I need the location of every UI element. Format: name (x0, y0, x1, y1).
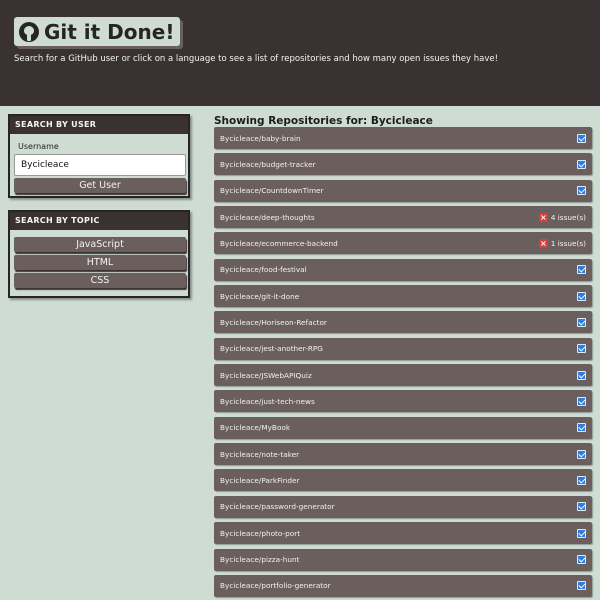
topic-button-javascript[interactable]: JavaScript (14, 237, 186, 252)
checkmark-icon (577, 186, 586, 196)
repo-name: Bycicleace/deep-thoughts (220, 212, 315, 222)
checkmark-icon (577, 475, 586, 485)
username-label: Username (18, 142, 59, 151)
username-input[interactable] (14, 154, 186, 176)
repo-status (577, 555, 586, 564)
issue-count: 1 issue(s) (550, 238, 586, 248)
repo-status (577, 502, 586, 512)
repo-item[interactable]: Bycicleace/git-it-done (214, 285, 592, 308)
checkmark-icon (577, 528, 586, 538)
repo-status (577, 528, 586, 538)
repo-list: Bycicleace/baby-brain Bycicleace/budget-t… (214, 127, 592, 600)
checkmark-icon (577, 317, 586, 327)
topic-button-html[interactable]: HTML (14, 255, 186, 270)
github-icon (19, 21, 39, 42)
checkmark-icon (577, 370, 586, 380)
repo-name: Bycicleace/MyBook (220, 423, 291, 433)
repo-name: Bycicleace/just-tech-news (220, 396, 315, 406)
repo-name: Bycicleace/budget-tracker (220, 159, 316, 169)
repo-status (577, 265, 586, 275)
repo-item[interactable]: Bycicleace/photo-port (214, 522, 592, 545)
topic-buttons: JavaScript HTML CSS (14, 237, 186, 288)
repo-item[interactable]: Bycicleace/JSWebAPIQuiz (214, 364, 592, 387)
repo-name: Bycicleace/pizza-hunt (220, 555, 300, 564)
repo-name: Bycicleace/Horiseon-Refactor (220, 317, 327, 327)
get-user-button[interactable]: Get User (14, 178, 186, 193)
logo: Git it Done! (14, 17, 181, 46)
repo-item[interactable]: Bycicleace/CountdownTimer (214, 179, 592, 202)
repo-item[interactable]: Bycicleace/budget-tracker (214, 153, 592, 176)
checkmark-icon (577, 396, 586, 406)
repo-name: Bycicleace/ecommerce-backend (220, 238, 338, 248)
repo-status (577, 186, 586, 196)
repo-item[interactable]: Bycicleace/deep-thoughts × 4 issue(s) (214, 206, 592, 229)
repo-item[interactable]: Bycicleace/ecommerce-backend × 1 issue(s) (214, 232, 592, 255)
checkmark-icon (577, 449, 586, 459)
repo-item[interactable]: Bycicleace/baby-brain (214, 127, 592, 149)
repo-item[interactable]: Bycicleace/password-generator (214, 495, 592, 518)
repo-name: Bycicleace/jest-another-RPG (220, 344, 323, 354)
search-by-user-heading: SEARCH BY USER (10, 116, 188, 134)
repo-status (577, 159, 586, 169)
repo-name: Bycicleace/photo-port (220, 528, 301, 538)
repo-item[interactable]: Bycicleace/Horiseon-Refactor (214, 311, 592, 334)
repo-item[interactable]: Bycicleace/jest-another-RPG (214, 337, 592, 360)
repo-item[interactable]: Bycicleace/ParkFinder (214, 469, 592, 492)
repo-item[interactable]: Bycicleace/just-tech-news (214, 390, 592, 413)
issues-x-icon: × (538, 212, 548, 222)
issues-x-icon: × (538, 238, 548, 248)
app-subtitle: Search for a GitHub user or click on a l… (14, 54, 499, 64)
repo-status: × 4 issue(s) (538, 212, 586, 222)
repo-name: Bycicleace/ParkFinder (220, 475, 300, 485)
repo-status (577, 370, 586, 380)
repo-status (577, 581, 586, 591)
app-title: Git it Done! (44, 19, 175, 44)
repo-name: Bycicleace/food-festival (220, 265, 307, 275)
checkmark-icon (577, 344, 586, 354)
repo-status (577, 291, 586, 301)
checkmark-icon (577, 423, 586, 433)
repo-name: Bycicleace/password-generator (220, 502, 335, 512)
repo-status (577, 396, 586, 406)
repo-item[interactable]: Bycicleace/MyBook (214, 416, 592, 439)
checkmark-icon (577, 581, 586, 591)
repo-status (577, 133, 586, 143)
repo-status (577, 423, 586, 433)
issue-count: 4 issue(s) (550, 212, 586, 222)
repo-name: Bycicleace/baby-brain (220, 133, 301, 143)
repo-name: Bycicleace/git-it-done (220, 291, 300, 301)
repo-name: Bycicleace/JSWebAPIQuiz (220, 370, 312, 380)
repo-name: Bycicleace/note-taker (220, 449, 300, 459)
search-by-topic-card: SEARCH BY TOPIC JavaScript HTML CSS (8, 210, 190, 298)
repo-status (577, 449, 586, 459)
checkmark-icon (577, 159, 586, 169)
repo-status (577, 317, 586, 327)
repo-item[interactable]: Bycicleace/portfolio-generator (214, 574, 592, 597)
repo-name: Bycicleace/portfolio-generator (220, 581, 331, 591)
repo-status (577, 344, 586, 354)
checkmark-icon (577, 291, 586, 301)
checkmark-icon (577, 133, 586, 143)
topic-button-css[interactable]: CSS (14, 273, 186, 288)
page-header: Git it Done! Search for a GitHub user or… (0, 0, 600, 106)
checkmark-icon (577, 502, 586, 512)
repo-status: × 1 issue(s) (538, 238, 586, 248)
repo-status (577, 475, 586, 485)
search-by-topic-heading: SEARCH BY TOPIC (10, 212, 188, 230)
search-by-user-card: SEARCH BY USER Username Get User (8, 114, 190, 198)
repo-item[interactable]: Bycicleace/food-festival (214, 258, 592, 281)
repo-item[interactable]: Bycicleace/note-taker (214, 443, 592, 466)
repo-name: Bycicleace/CountdownTimer (220, 186, 324, 196)
results-title: Showing Repositories for: Bycicleace (214, 115, 433, 127)
checkmark-icon (577, 265, 586, 275)
repo-item[interactable]: Bycicleace/pizza-hunt (214, 548, 592, 571)
checkmark-icon (577, 555, 586, 564)
